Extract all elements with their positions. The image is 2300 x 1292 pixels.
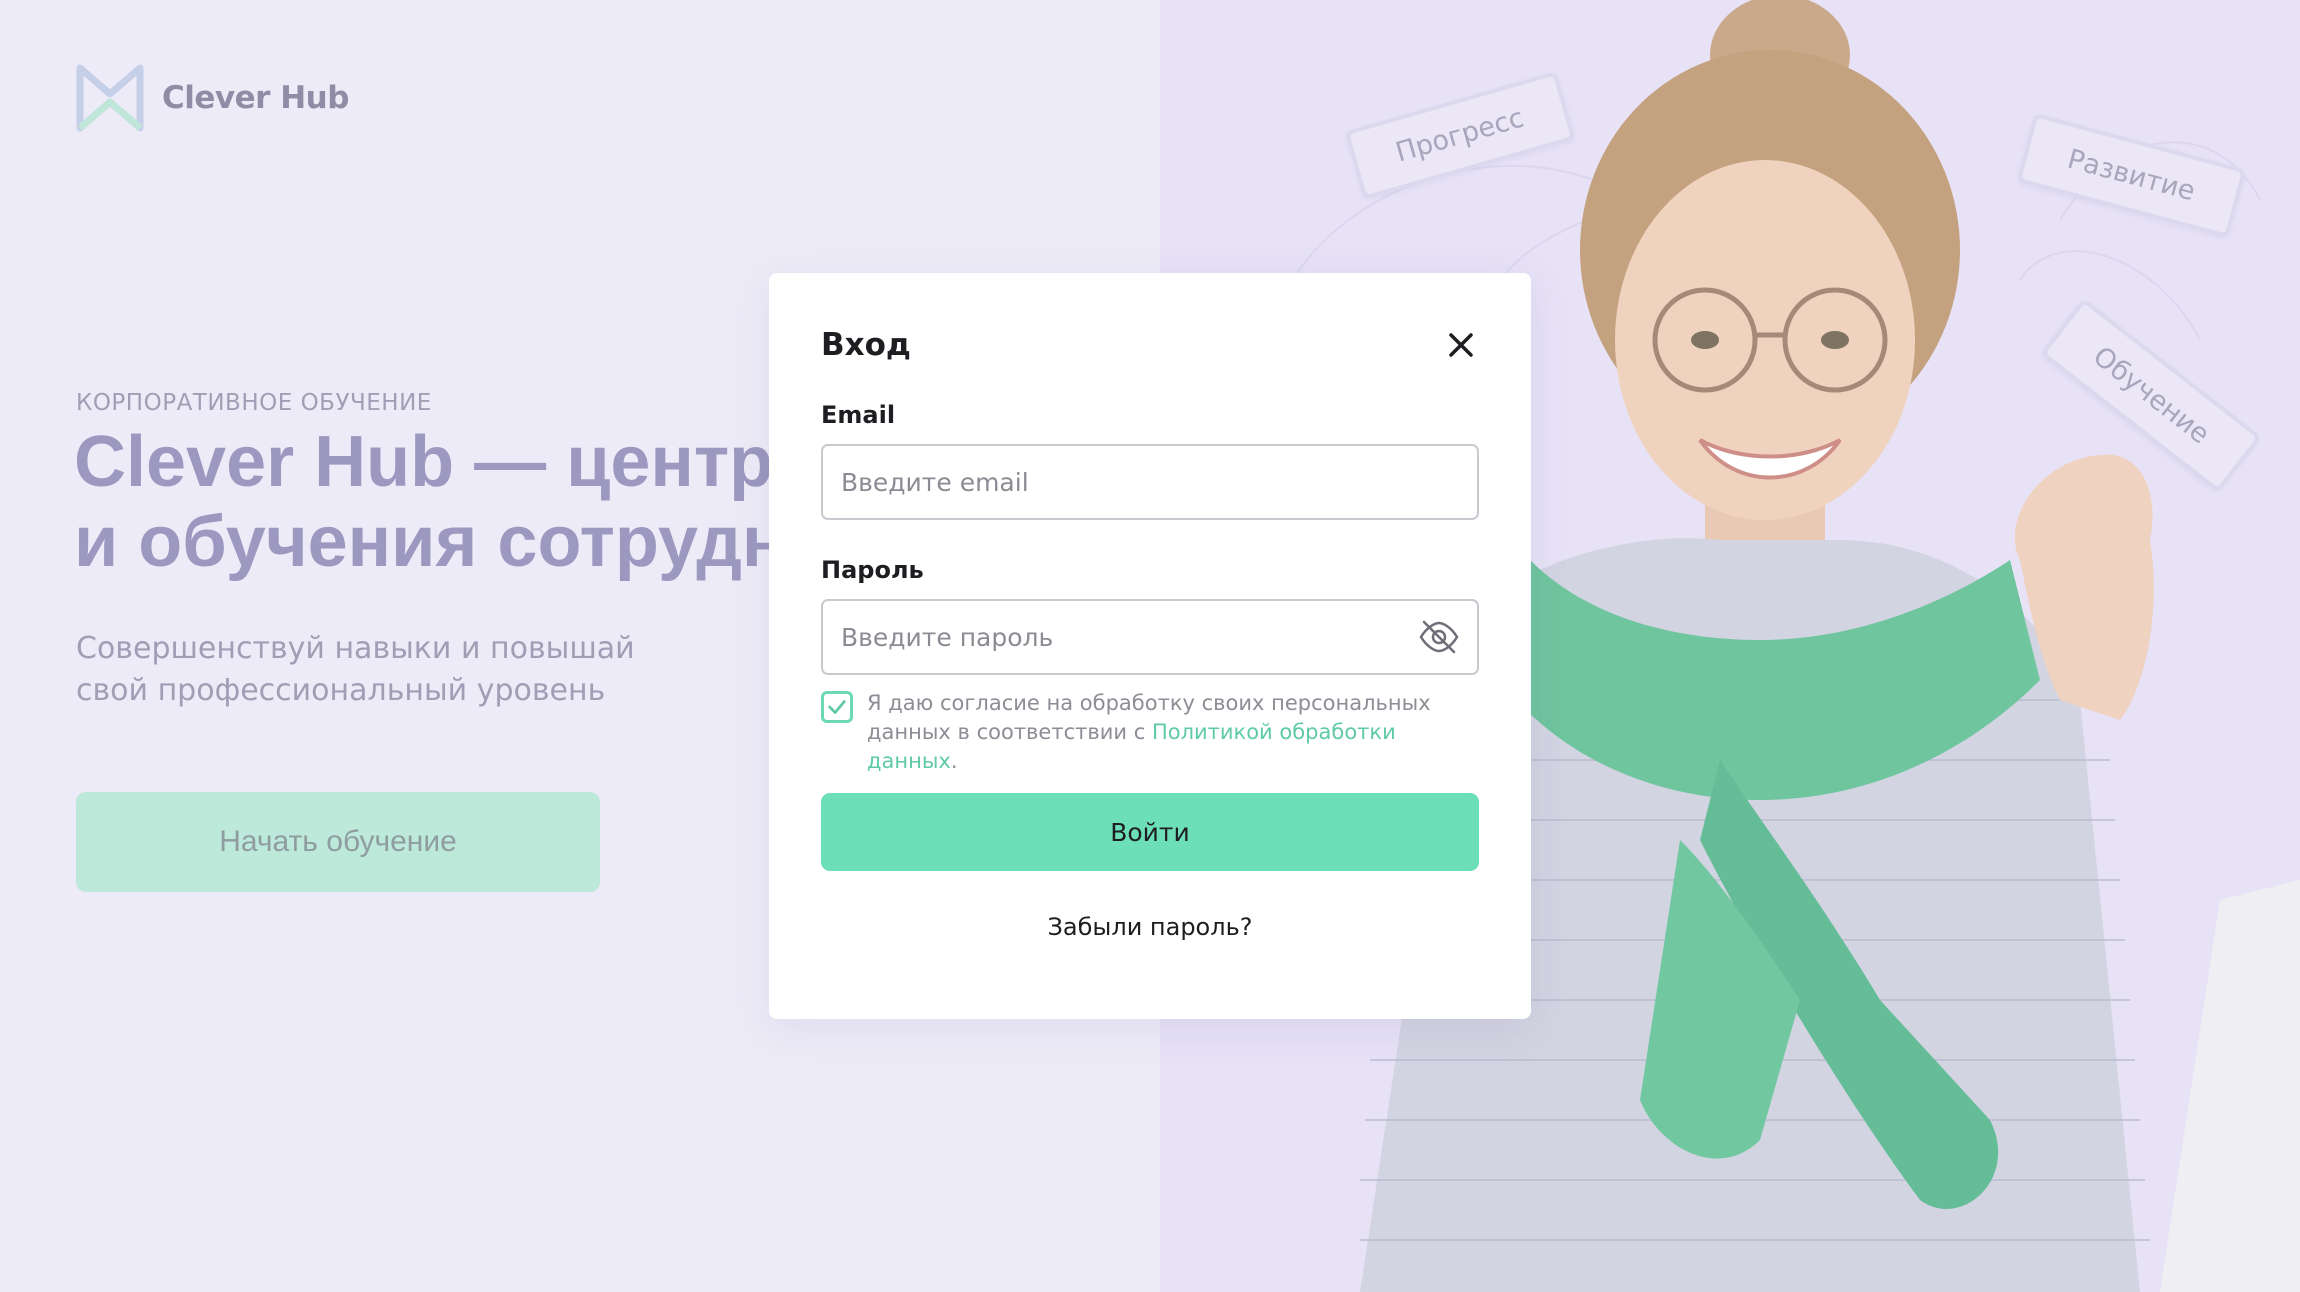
- email-input[interactable]: [823, 446, 1419, 518]
- consent-row: Я даю согласие на обработку своих персон…: [821, 689, 1481, 776]
- modal-title: Вход: [821, 327, 911, 363]
- login-submit-button[interactable]: Войти: [821, 793, 1479, 871]
- checkmark-icon: [828, 700, 846, 714]
- close-icon: [1449, 333, 1473, 357]
- email-label: Email: [821, 401, 896, 429]
- email-field-wrapper: [821, 444, 1479, 520]
- consent-checkbox[interactable]: [821, 691, 853, 723]
- consent-text-suffix: .: [950, 749, 958, 773]
- forgot-password-link[interactable]: Забыли пароль?: [769, 913, 1531, 941]
- password-label: Пароль: [821, 556, 924, 584]
- close-button[interactable]: [1439, 323, 1483, 367]
- password-field-wrapper: [821, 599, 1479, 675]
- toggle-password-visibility-button[interactable]: [1417, 615, 1461, 659]
- eye-off-icon: [1419, 620, 1459, 654]
- login-modal: Вход Email Пароль Я даю согласие на обра…: [769, 273, 1531, 1019]
- password-input[interactable]: [823, 601, 1419, 673]
- consent-text: Я даю согласие на обработку своих персон…: [867, 689, 1481, 776]
